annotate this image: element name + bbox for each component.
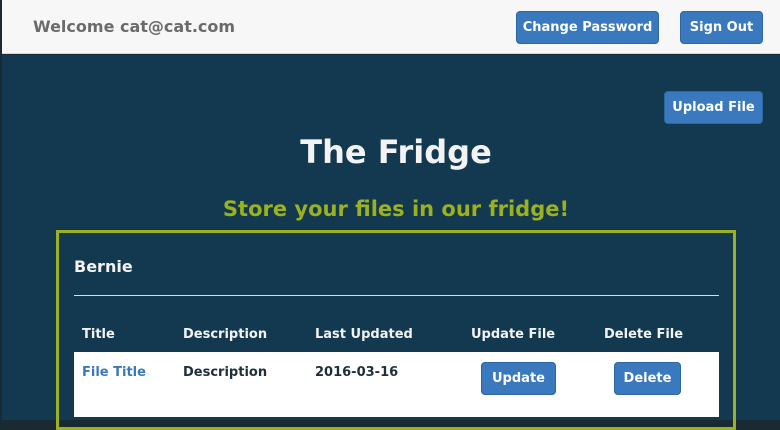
files-panel: Bernie Title Description Last Updated Up… <box>56 230 736 430</box>
file-title-link[interactable]: File Title <box>82 365 146 380</box>
panel-divider <box>74 295 719 296</box>
column-header-title: Title <box>82 327 115 342</box>
column-header-last-updated: Last Updated <box>315 327 413 342</box>
update-file-button[interactable]: Update <box>481 362 556 395</box>
page-subtitle: Store your files in our fridge! <box>222 197 570 221</box>
upload-file-button[interactable]: Upload File <box>664 91 763 124</box>
file-last-updated: 2016-03-16 <box>315 365 399 380</box>
column-header-update-file: Update File <box>471 327 556 342</box>
delete-file-button[interactable]: Delete <box>614 362 681 395</box>
sign-out-button[interactable]: Sign Out <box>680 11 763 44</box>
welcome-text: Welcome cat@cat.com <box>33 17 236 36</box>
page-title: The Fridge <box>300 133 492 171</box>
top-navbar: Welcome cat@cat.com Change Password Sign… <box>2 0 780 54</box>
column-header-delete-file: Delete File <box>604 327 684 342</box>
column-header-description: Description <box>183 327 268 342</box>
panel-title: Bernie <box>74 257 133 276</box>
file-description: Description <box>183 365 268 380</box>
main-content: Upload File The Fridge Store your files … <box>2 55 780 430</box>
change-password-button[interactable]: Change Password <box>516 11 659 44</box>
table-row: File Title Description 2016-03-16 Update… <box>74 352 719 417</box>
